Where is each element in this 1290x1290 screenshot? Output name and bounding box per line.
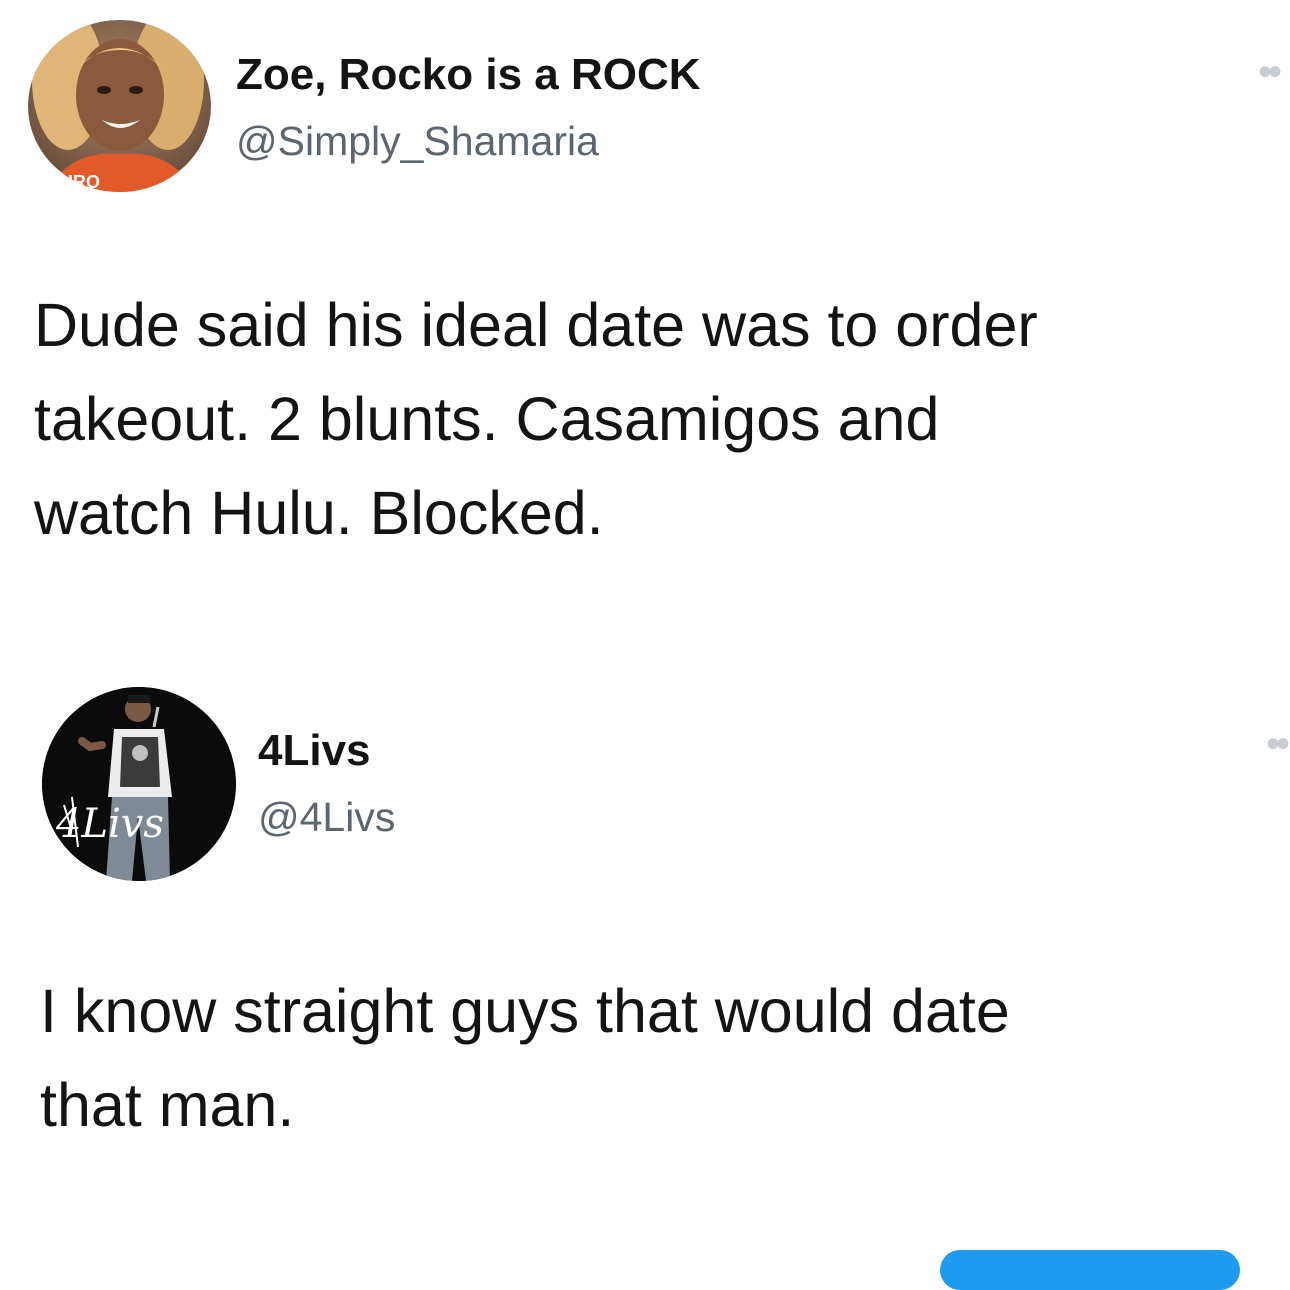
avatar-signature: 4Livs xyxy=(55,801,164,847)
handle[interactable]: @4Livs xyxy=(258,794,395,841)
ellipsis-icon[interactable]: •• xyxy=(1258,52,1282,92)
tweet-text: I know straight guys that would date tha… xyxy=(40,977,1010,1139)
display-name[interactable]: Zoe, Rocko is a ROCK xyxy=(236,50,701,100)
follow-button[interactable] xyxy=(940,1250,1240,1290)
display-name[interactable]: 4Livs xyxy=(258,726,371,776)
handle[interactable]: @Simply_Shamaria xyxy=(236,118,599,165)
tweet-text: Dude said his ideal date was to order ta… xyxy=(34,291,1038,547)
avatar-4livs[interactable]: 4Livs xyxy=(42,687,236,881)
ellipsis-icon[interactable]: •• xyxy=(1266,724,1290,764)
avatar-zoe[interactable]: IRO xyxy=(28,20,211,192)
